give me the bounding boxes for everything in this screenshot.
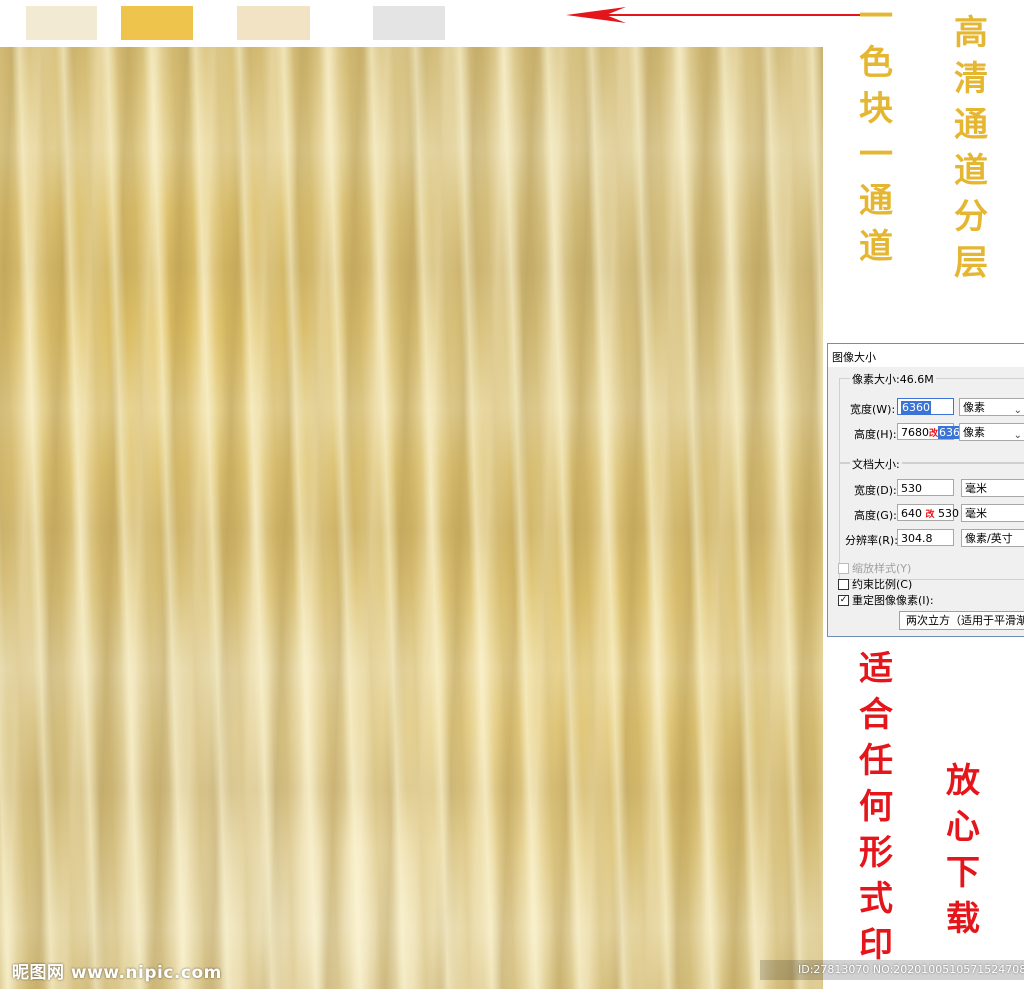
resample-label: 重定图像像素(I): — [852, 594, 934, 607]
resample-checkbox[interactable]: ✓ 重定图像像素(I): — [838, 592, 934, 608]
annotation-char: 心 — [946, 807, 980, 847]
dialog-title: 图像大小 — [832, 351, 876, 364]
pixel-height-unit: 像素 — [963, 426, 985, 439]
scale-styles-label: 缩放样式(Y) — [852, 562, 912, 575]
annotation-one-swatch-one-channel: 一 色 块 一 通 道 — [859, 0, 893, 276]
annotation-char: 块 — [859, 89, 893, 129]
chevron-down-icon: ⌄ — [1013, 405, 1022, 416]
pixel-width-input[interactable]: 6360 — [897, 398, 954, 415]
doc-height-input[interactable]: 640 改 530 — [897, 504, 959, 521]
annotation-download-safely: 放 心 下 载 — [946, 764, 980, 948]
dialog-body: 像素大小:46.6M 宽度(W): 6360 像素 ⌄ 高度(H): 7680改… — [828, 367, 1024, 636]
texture-image — [0, 47, 823, 989]
pixel-dimensions-title: 像素大小:46.6M — [850, 371, 936, 387]
doc-height-unit-select[interactable]: 毫米 — [961, 504, 1024, 522]
annotation-char: 适 — [859, 649, 893, 689]
swatch-cream — [26, 6, 97, 40]
annotation-char: 任 — [859, 741, 893, 781]
annotation-char: 载 — [946, 899, 980, 939]
resolution-unit-select[interactable]: 像素/英寸 — [961, 529, 1024, 547]
chevron-down-icon: ⌄ — [1013, 430, 1022, 441]
watermark-text: 昵图网 www.nipic.com — [12, 963, 222, 983]
swatch-gray — [373, 6, 445, 40]
annotation-char: 通 — [954, 105, 988, 145]
resample-method-select[interactable]: 两次立方（适用于平滑渐变 — [899, 611, 1024, 630]
resample-method-value: 两次立方（适用于平滑渐变 — [906, 614, 1024, 627]
annotation-hd-channel-layers: 高 清 通 道 分 层 — [954, 16, 988, 292]
doc-width-input[interactable]: 530 — [897, 479, 954, 496]
pixel-height-input[interactable]: 7680改6360 — [897, 423, 969, 440]
document-size-title: 文档大小: — [850, 456, 902, 472]
annotation-char: 下 — [946, 853, 980, 893]
doc-width-value: 530 — [901, 482, 922, 495]
doc-height-label: 高度(G): — [854, 509, 897, 522]
checkbox-box — [838, 578, 849, 590]
annotation-char: 何 — [859, 787, 893, 827]
scale-styles-checkbox[interactable]: 缩放样式(Y) — [838, 560, 911, 576]
annotation-char: 分 — [954, 197, 988, 237]
annotation-char: 道 — [859, 227, 893, 267]
annotation-char: 色 — [859, 43, 893, 83]
annotation-char: 放 — [946, 761, 980, 801]
annotation-char: 一 — [859, 135, 893, 175]
constrain-proportions-label: 约束比例(C) — [852, 578, 913, 591]
checkmark-icon: ✓ — [838, 594, 849, 606]
change-annotation: 改 — [925, 510, 935, 520]
pixel-width-value: 6360 — [901, 401, 931, 414]
annotation-char: 一 — [859, 0, 893, 37]
doc-height-new-value: 530 — [938, 507, 960, 520]
resolution-label: 分辨率(R): — [845, 534, 898, 547]
pixel-height-label: 高度(H): — [854, 428, 897, 441]
annotation-char: 形 — [859, 833, 893, 873]
annotation-char: 清 — [954, 59, 988, 99]
doc-height-unit: 毫米 — [965, 507, 987, 520]
annotation-char: 高 — [954, 13, 988, 53]
resolution-unit: 像素/英寸 — [965, 532, 1013, 545]
doc-width-unit: 毫米 — [965, 482, 987, 495]
pixel-dimensions-group: 像素大小:46.6M — [839, 371, 1024, 463]
image-id-text: ID:27813070 NO:20201005105715247085 — [798, 963, 1024, 976]
constrain-proportions-checkbox[interactable]: 约束比例(C) — [838, 576, 912, 592]
pixel-height-unit-select[interactable]: 像素 ⌄ — [959, 423, 1024, 441]
swatch-beige — [237, 6, 310, 40]
swatch-gold — [121, 6, 193, 40]
pixel-width-unit-select[interactable]: 像素 ⌄ — [959, 398, 1024, 416]
annotation-char: 式 — [859, 879, 893, 919]
pixel-height-old-value: 7680 — [901, 426, 929, 439]
annotation-char: 合 — [859, 695, 893, 735]
change-annotation: 改 — [929, 429, 939, 439]
doc-height-old-value: 640 — [901, 507, 922, 520]
annotation-any-print-format: 适 合 任 何 形 式 印 — [859, 652, 893, 974]
annotation-char: 通 — [859, 181, 893, 221]
annotation-char: 道 — [954, 151, 988, 191]
resolution-input[interactable]: 304.8 — [897, 529, 954, 546]
resolution-value: 304.8 — [901, 532, 933, 545]
left-arrow-icon — [566, 7, 862, 23]
doc-width-unit-select[interactable]: 毫米 — [961, 479, 1024, 497]
pixel-width-label: 宽度(W): — [850, 403, 896, 416]
image-size-dialog: 图像大小 像素大小:46.6M 宽度(W): 6360 像素 ⌄ 高度(H): … — [827, 343, 1024, 637]
annotation-char: 层 — [954, 243, 988, 283]
doc-width-label: 宽度(D): — [854, 484, 897, 497]
pixel-width-unit: 像素 — [963, 401, 985, 414]
checkbox-box — [838, 562, 849, 574]
annotation-char: 印 — [859, 925, 893, 965]
